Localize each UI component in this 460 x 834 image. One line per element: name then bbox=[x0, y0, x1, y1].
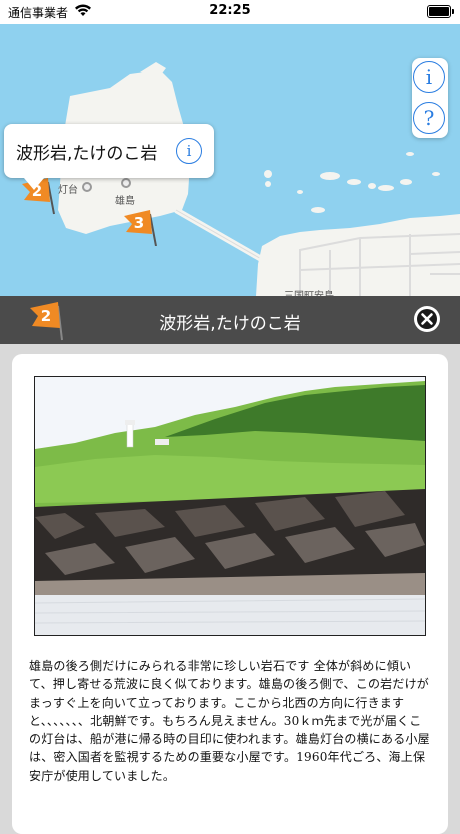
help-button[interactable]: ? bbox=[413, 102, 445, 134]
callout-info-icon[interactable]: i bbox=[176, 138, 202, 164]
rock-photo bbox=[34, 376, 426, 636]
map-callout[interactable]: 波形岩,たけのこ岩 i bbox=[4, 124, 214, 190]
map-controls: i ? bbox=[412, 58, 448, 138]
detail-title: 波形岩,たけのこ岩 bbox=[159, 314, 301, 334]
close-icon bbox=[414, 306, 440, 332]
map-pin-3[interactable]: 3 bbox=[122, 204, 157, 246]
town-label: 三国町安島 bbox=[284, 287, 334, 296]
info-button[interactable]: i bbox=[413, 61, 445, 93]
map-view[interactable]: 灯台 雄島 三国町安島 2 3 波形岩,たけのこ岩 i i ? bbox=[0, 24, 460, 296]
island-poi-icon[interactable] bbox=[121, 178, 131, 188]
callout-title: 波形岩,たけのこ岩 bbox=[16, 144, 158, 164]
battery-icon bbox=[427, 5, 454, 18]
detail-card: 雄島の後ろ側だけにみられる非常に珍しい岩石です 全体が斜めに傾いて、押し寄せる荒… bbox=[12, 354, 448, 834]
detail-header: 2 波形岩,たけのこ岩 bbox=[0, 296, 460, 344]
close-button[interactable] bbox=[414, 306, 440, 332]
status-bar: 通信事業者 22:25 bbox=[0, 0, 460, 24]
description-text: 雄島の後ろ側だけにみられる非常に珍しい岩石です 全体が斜めに傾いて、押し寄せる荒… bbox=[29, 659, 430, 783]
clock: 22:25 bbox=[209, 3, 251, 18]
map-pin-3-number: 3 bbox=[134, 214, 144, 232]
lighthouse-label: 灯台 bbox=[58, 185, 78, 196]
lighthouse-poi-icon[interactable] bbox=[82, 182, 92, 192]
